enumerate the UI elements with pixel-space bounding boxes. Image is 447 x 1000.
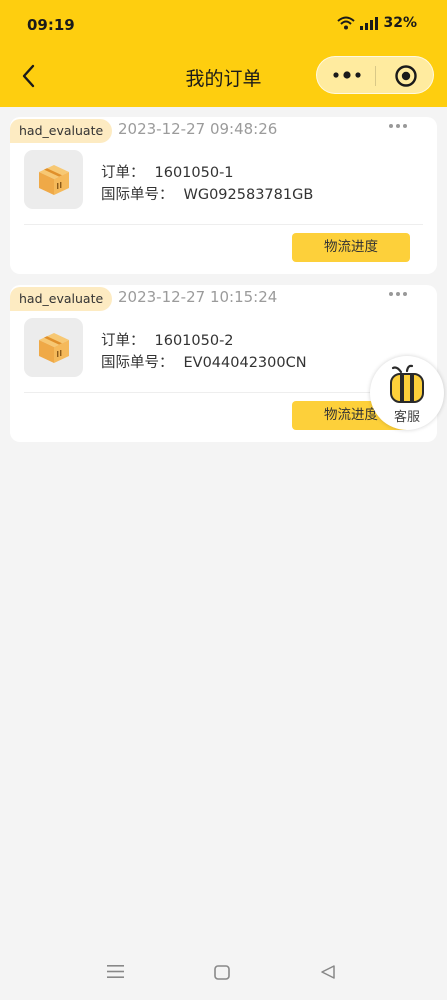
intl-tracking-label: 国际单号： (101, 355, 174, 371)
wifi-icon (337, 16, 356, 30)
intl-tracking-row: 国际单号： EV044042300CN (101, 351, 307, 372)
package-thumbnail (24, 318, 83, 377)
more-icon[interactable] (331, 68, 363, 82)
package-thumbnail (24, 150, 83, 209)
status-indicators: 32% (337, 15, 417, 31)
order-number-row: 订单： 1601050-2 (101, 329, 234, 350)
card-divider (24, 224, 423, 225)
card-divider (24, 392, 423, 393)
order-card[interactable]: had_evaluate 2023-12-27 09:48:26 订单： 1601… (10, 117, 437, 274)
more-options-icon[interactable] (388, 291, 408, 297)
home-icon[interactable] (214, 965, 230, 980)
intl-tracking-value: EV044042300CN (183, 355, 307, 371)
intl-tracking-value: WG092583781GB (183, 187, 314, 203)
customer-service-label: 客服 (393, 410, 420, 425)
order-number-value: 1601050-1 (154, 165, 234, 181)
intl-tracking-row: 国际单号： WG092583781GB (101, 183, 313, 204)
app-header: 09:19 32% 我的订单 (0, 0, 447, 107)
close-miniprogram-icon[interactable] (394, 64, 418, 88)
status-time: 09:19 (27, 16, 75, 34)
order-status-tag: had_evaluate (10, 119, 113, 143)
order-number-label: 订单： (101, 333, 145, 349)
capsule-divider (375, 66, 376, 86)
package-box-icon (39, 333, 69, 363)
order-status-tag: had_evaluate (10, 287, 113, 311)
menu-icon[interactable] (107, 964, 124, 979)
battery-level: 32% (383, 15, 417, 31)
order-number-label: 订单： (101, 165, 145, 181)
bee-icon (390, 364, 424, 403)
mini-program-capsule (316, 56, 434, 94)
order-number-value: 1601050-2 (154, 333, 234, 349)
system-navigation-bar (0, 940, 447, 1000)
customer-service-button[interactable]: 客服 (370, 356, 444, 430)
order-number-row: 订单： 1601050-1 (101, 161, 234, 182)
package-box-icon (39, 165, 69, 195)
signal-icon (360, 16, 379, 30)
order-timestamp: 2023-12-27 09:48:26 (118, 120, 278, 138)
intl-tracking-label: 国际单号： (101, 187, 174, 203)
order-timestamp: 2023-12-27 10:15:24 (118, 288, 278, 306)
more-options-icon[interactable] (388, 123, 408, 129)
logistics-progress-button[interactable]: 物流进度 (292, 233, 410, 262)
back-triangle-icon[interactable] (320, 964, 336, 980)
